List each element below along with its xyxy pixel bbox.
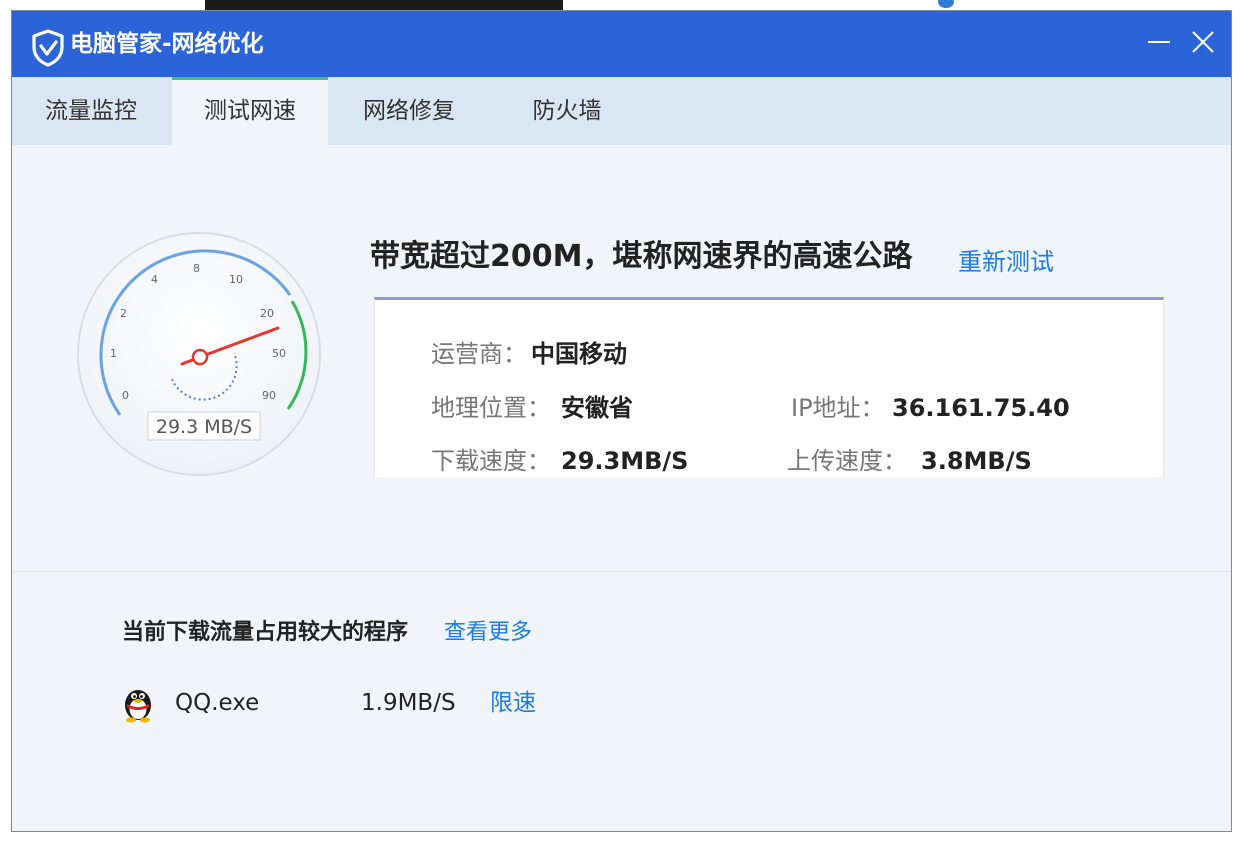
network-optimizer-window: 电脑管家-网络优化 流量监控 测试网速 网络修复 防火墙 0 1 2 4 8 1… (11, 10, 1232, 832)
upload-label: 上传速度： (787, 447, 907, 475)
see-more-link[interactable]: 查看更多 (444, 617, 532, 649)
gauge-readout: 29.3 MB/S (156, 416, 252, 438)
section-divider (12, 571, 1231, 572)
title-bar[interactable]: 电脑管家-网络优化 (12, 11, 1231, 77)
tab-firewall[interactable]: 防火墙 (488, 77, 646, 145)
result-headline: 带宽超过200M，堪称网速界的高速公路 (370, 239, 913, 274)
retest-link[interactable]: 重新测试 (958, 245, 1054, 279)
download-label: 下载速度： (431, 447, 551, 475)
top-programs-title: 当前下载流量占用较大的程序 (122, 620, 409, 645)
gauge-tick-label: 8 (193, 262, 200, 275)
speed-gauge: 0 1 2 4 8 10 20 50 90 29.3 MB/S (77, 232, 321, 476)
gauge-tick-label: 1 (110, 347, 117, 360)
ip-label: IP地址： (791, 394, 885, 422)
gauge-tick-label: 2 (120, 307, 127, 320)
upload-value: 3.8MB/S (921, 447, 1032, 475)
qq-penguin-icon (125, 690, 151, 723)
program-name: QQ.exe (175, 690, 260, 716)
limit-speed-link[interactable]: 限速 (490, 687, 536, 719)
gauge-tick-label: 90 (262, 389, 276, 402)
location-value: 安徽省 (561, 394, 633, 422)
tab-speed-test[interactable]: 测试网速 (172, 77, 328, 145)
result-info-panel: 运营商： 中国移动 地理位置： 安徽省 IP地址： 36.161.75.40 下… (374, 297, 1164, 477)
ip-value: 36.161.75.40 (892, 394, 1070, 422)
location-label: 地理位置： (431, 394, 551, 422)
isp-value: 中国移动 (531, 340, 627, 368)
gauge-needle-hub (191, 348, 209, 366)
program-speed: 1.9MB/S (361, 690, 456, 716)
background-radio-icon (938, 0, 954, 8)
shield-icon (32, 29, 64, 67)
tab-bar: 流量监控 测试网速 网络修复 防火墙 (12, 77, 1231, 145)
tab-traffic-monitor[interactable]: 流量监控 (12, 77, 170, 145)
tab-network-repair[interactable]: 网络修复 (330, 77, 488, 145)
window-title: 电脑管家-网络优化 (70, 31, 264, 57)
gauge-tick-label: 20 (260, 307, 274, 320)
download-value: 29.3MB/S (561, 447, 689, 475)
minimize-icon[interactable] (1144, 27, 1174, 57)
isp-label: 运营商： (431, 340, 527, 368)
close-icon[interactable] (1188, 27, 1218, 57)
gauge-tick-label: 10 (229, 273, 243, 286)
program-row: QQ.exe 1.9MB/S 限速 (12, 683, 1231, 727)
background-window-edge (205, 0, 563, 10)
gauge-tick-label: 50 (272, 347, 286, 360)
gauge-tick-label: 0 (122, 389, 129, 402)
gauge-tick-label: 4 (151, 273, 158, 286)
